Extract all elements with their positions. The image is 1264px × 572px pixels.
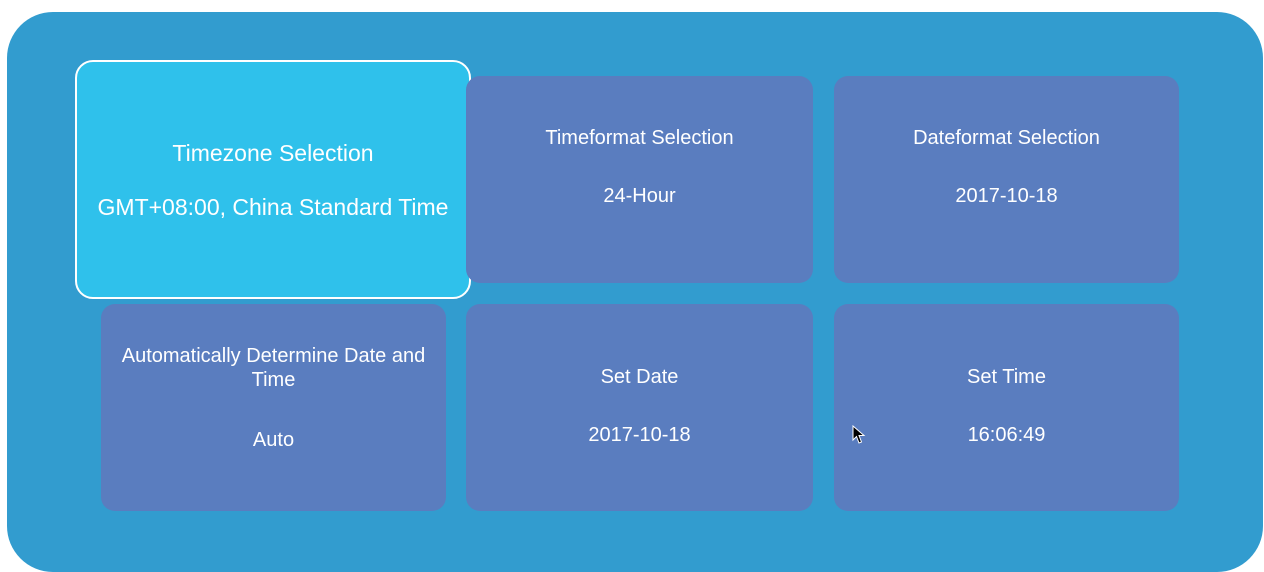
- set-date-tile[interactable]: Set Date 2017-10-18: [466, 304, 813, 511]
- set-date-value: 2017-10-18: [588, 423, 691, 446]
- timeformat-selection-title: Timeformat Selection: [545, 126, 734, 149]
- timeformat-selection-value: 24-Hour: [603, 184, 676, 207]
- dateformat-selection-title: Dateformat Selection: [913, 126, 1100, 149]
- timeformat-selection-tile[interactable]: Timeformat Selection 24-Hour: [466, 76, 813, 283]
- auto-date-time-value: Auto: [252, 428, 295, 451]
- auto-date-time-tile[interactable]: Automatically Determine Date and Time Au…: [101, 304, 446, 511]
- dateformat-selection-tile[interactable]: Dateformat Selection 2017-10-18: [834, 76, 1179, 283]
- set-time-value: 16:06:49: [967, 423, 1046, 446]
- timezone-selection-tile[interactable]: Timezone Selection GMT+08:00, China Stan…: [75, 60, 471, 299]
- mouse-pointer-icon: [852, 425, 866, 444]
- timezone-selection-value: GMT+08:00, China Standard Time: [97, 193, 449, 220]
- set-time-tile[interactable]: Set Time 16:06:49: [834, 304, 1179, 511]
- auto-date-time-title: Automatically Determine Date and Time: [121, 344, 426, 391]
- set-date-title: Set Date: [600, 365, 679, 388]
- timezone-selection-title: Timezone Selection: [172, 139, 374, 166]
- set-time-title: Set Time: [967, 365, 1046, 388]
- dateformat-selection-value: 2017-10-18: [955, 184, 1058, 207]
